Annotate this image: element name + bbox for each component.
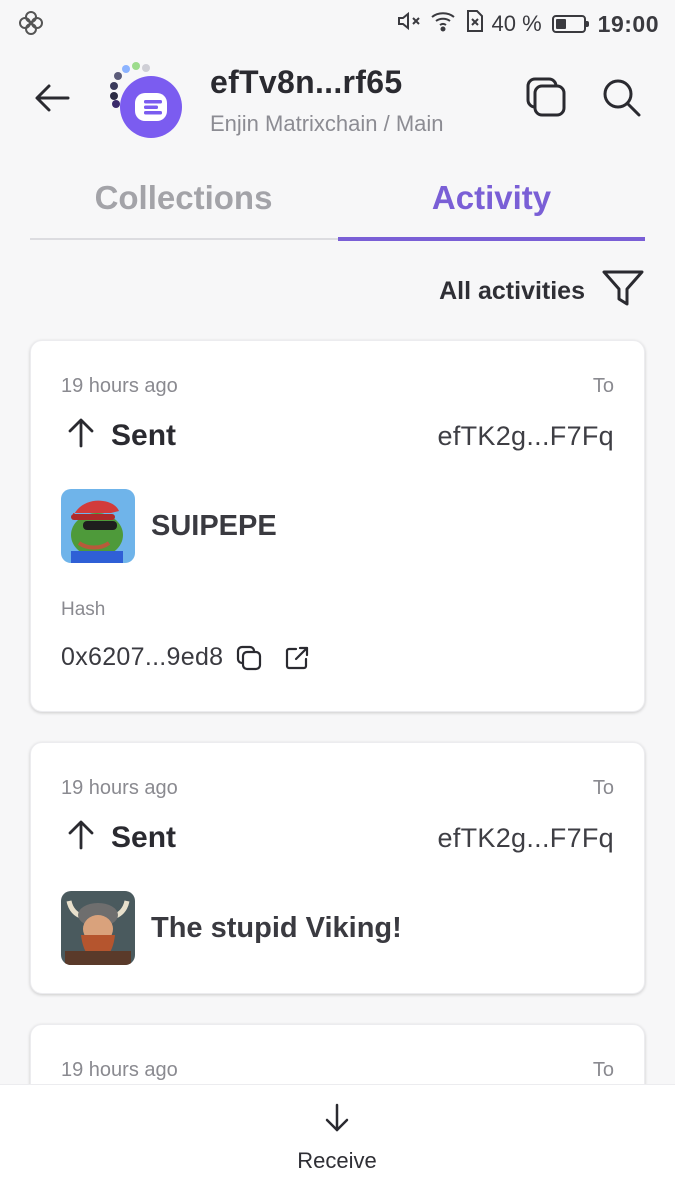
avatar [104,60,184,140]
mute-icon [396,9,422,39]
activity-filter[interactable]: All activities [439,266,645,316]
battery-icon [551,15,589,33]
arrow-up-icon [65,417,97,454]
token-name: SUIPEPE [151,509,277,542]
network-label: Enjin Matrixchain / Main [210,111,444,136]
tab-activity[interactable]: Activity [338,170,645,241]
search-icon[interactable] [598,74,644,120]
filter-label: All activities [439,276,585,305]
token-row[interactable]: The stupid Viking! [61,891,402,965]
to-label: To [592,777,614,799]
battery-level-fill [555,19,567,29]
to-label: To [592,375,614,397]
direction-label: Sent [111,418,177,452]
bottom-action-bar: Receive [0,1084,675,1200]
token-name: The stupid Viking! [151,911,402,944]
sim-icon [464,9,484,39]
external-link-icon[interactable] [283,644,311,672]
copy-icon[interactable] [235,644,263,672]
tab-collections[interactable]: Collections [30,170,337,240]
to-label: To [592,1059,614,1081]
activity-time: 19 hours ago [61,375,178,397]
receive-label: Receive [297,1148,377,1173]
battery-percent: 40 % [491,11,542,36]
enjin-logo [120,76,182,138]
hash-row: 0x6207...9ed8 [61,643,311,672]
token-row[interactable]: SUIPEPE [61,489,277,563]
account-name: efTv8n...rf65 [210,64,403,100]
wifi-icon [430,10,456,38]
arrow-down-icon [322,1103,352,1138]
filter-icon[interactable] [601,269,645,314]
direction-label: Sent [111,820,177,854]
back-arrow-icon[interactable] [30,76,74,120]
hash-value: 0x6207...9ed8 [61,643,224,671]
clock: 19:00 [597,10,659,37]
hash-label: Hash [61,599,106,620]
to-address: efTK2g...F7Fq [437,823,614,853]
activity-card[interactable]: 19 hours ago To Sent efTK2g...F7Fq The s… [30,742,645,994]
activity-time: 19 hours ago [61,777,178,799]
viking-token-image [61,891,135,965]
suipepe-token-image [61,489,135,563]
copy-icon[interactable] [523,74,569,120]
to-address: efTK2g...F7Fq [437,421,614,451]
account-header: efTv8n...rf65 Enjin Matrixchain / Main [0,56,675,146]
activity-time: 19 hours ago [61,1059,178,1081]
tab-bar: Collections Activity [30,170,645,241]
arrow-up-icon [65,819,97,856]
activity-card[interactable]: 19 hours ago To Sent efTK2g...F7Fq SUIPE… [30,340,645,712]
status-bar: 40 % 19:00 [0,0,675,48]
pinwheel-icon [18,10,44,36]
receive-button[interactable]: Receive [262,1103,412,1193]
